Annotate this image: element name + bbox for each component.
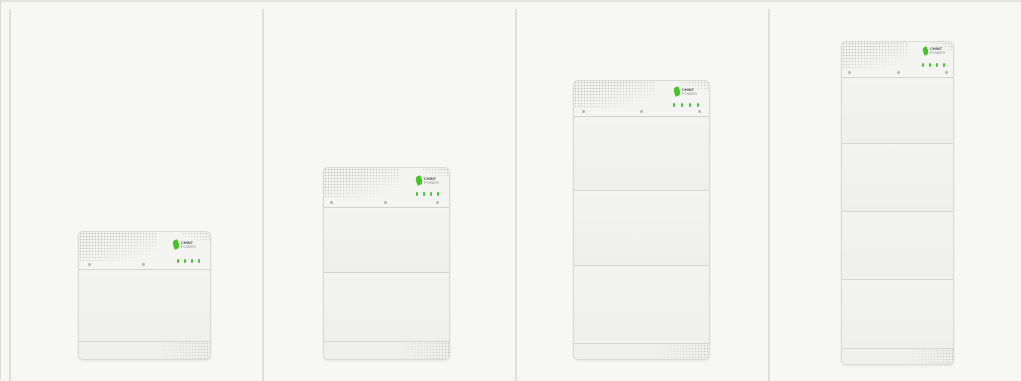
panel-2: CHINT POWER — [262, 9, 515, 381]
image-frame: CHINT POWER CHINT POWER CHINT POWER CHIN… — [0, 0, 1021, 381]
battery-module — [842, 78, 953, 144]
control-head: CHINT POWER — [574, 81, 709, 117]
battery-module — [79, 270, 210, 342]
brand-line2: POWER — [423, 179, 439, 185]
battery-module — [324, 208, 449, 273]
battery-module — [842, 280, 953, 349]
base-foot — [324, 342, 449, 359]
panel-1: CHINT POWER — [9, 9, 262, 381]
status-leds — [416, 192, 439, 196]
control-head: CHINT POWER — [324, 168, 449, 208]
leaf-icon — [921, 46, 930, 56]
base-foot — [79, 342, 210, 359]
status-leds — [922, 63, 945, 67]
battery-module — [574, 266, 709, 344]
battery-unit-3: CHINT POWER — [573, 80, 710, 360]
battery-module — [842, 144, 953, 212]
status-leds — [673, 103, 699, 107]
battery-module — [574, 117, 709, 191]
base-foot — [574, 344, 709, 359]
control-head: CHINT POWER — [79, 232, 210, 270]
brand-line2: POWER — [929, 50, 945, 55]
battery-module — [324, 273, 449, 342]
base-foot — [842, 349, 953, 364]
battery-module — [842, 212, 953, 280]
leaf-icon — [171, 239, 181, 250]
leaf-icon — [672, 86, 682, 97]
panel-3: CHINT POWER — [515, 9, 768, 381]
battery-unit-2: CHINT POWER — [323, 167, 450, 360]
chint-power-logo: CHINT POWER — [921, 46, 945, 56]
brand-line2: POWER — [180, 243, 196, 249]
battery-unit-4: CHINT POWER — [841, 41, 954, 365]
control-head: CHINT POWER — [842, 42, 953, 78]
panel-4: CHINT POWER — [768, 9, 1021, 381]
brand-line2: POWER — [681, 90, 697, 96]
chint-power-logo: CHINT POWER — [171, 239, 196, 250]
leaf-icon — [414, 175, 424, 186]
battery-module — [574, 191, 709, 266]
battery-unit-1: CHINT POWER — [78, 231, 211, 360]
chint-power-logo: CHINT POWER — [414, 175, 439, 186]
chint-power-logo: CHINT POWER — [672, 86, 697, 97]
